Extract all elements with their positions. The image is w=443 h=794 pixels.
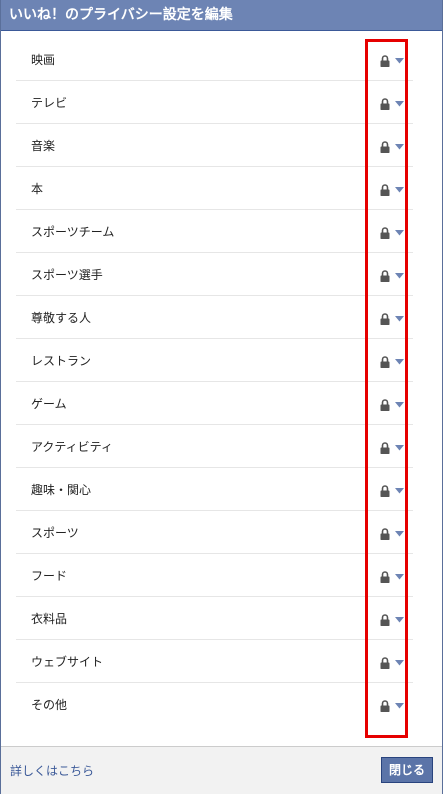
lock-icon [380,571,390,583]
privacy-selector[interactable] [378,441,408,455]
category-label: 衣料品 [31,612,68,626]
category-label: 音楽 [31,139,56,153]
lock-icon [380,98,390,110]
chevron-down-icon [395,703,404,709]
lock-icon [380,141,390,153]
privacy-selector[interactable] [378,97,408,111]
chevron-down-icon [395,488,404,494]
category-label: その他 [31,698,68,712]
category-row: 映画 [16,38,413,81]
lock-icon [380,442,390,454]
category-row: レストラン [16,339,413,382]
category-row: その他 [16,683,413,726]
lock-icon [380,399,390,411]
chevron-down-icon [395,445,404,451]
category-row: ウェブサイト [16,640,413,683]
lock-icon [380,528,390,540]
chevron-down-icon [395,58,404,64]
privacy-selector[interactable] [378,312,408,326]
category-label: レストラン [31,354,92,368]
privacy-dialog: いいね！のプライバシー設定を編集 映画テレビ音楽本スポーツチーム スポーツ選手 尊敬… [0,0,443,794]
category-row: スポーツチーム [16,210,413,253]
learn-more-link[interactable]: 詳しくはこちら [10,762,94,779]
privacy-selector[interactable] [378,183,408,197]
lock-icon [380,270,390,282]
privacy-selector[interactable] [378,54,408,68]
privacy-selector[interactable] [378,226,408,240]
chevron-down-icon [395,187,404,193]
privacy-selector[interactable] [378,527,408,541]
lock-icon [380,614,390,626]
category-label: アクティビティ [31,440,113,454]
category-row: アクティビティ [16,425,413,468]
category-label: 映画 [31,53,56,67]
category-label: スポーツ [31,526,79,540]
category-list: 映画テレビ音楽本スポーツチーム スポーツ選手 尊敬する人レストランゲームアクティビテ… [16,38,413,726]
category-label: 尊敬する人 [31,311,92,325]
lock-icon [380,313,390,325]
category-row: ゲーム [16,382,413,425]
category-row: 尊敬する人 [16,296,413,339]
lock-icon [380,485,390,497]
category-row: 本 [16,167,413,210]
dialog-title: いいね！のプライバシー設定を編集 [1,0,442,31]
category-label: フード [31,569,68,583]
chevron-down-icon [395,660,404,666]
category-label: テレビ [31,96,68,110]
privacy-selector[interactable] [378,699,408,713]
dialog-footer: 詳しくはこちら 閉じる [1,746,442,794]
category-label: 本 [31,182,44,196]
chevron-down-icon [395,531,404,537]
category-label: ウェブサイト [31,655,104,669]
lock-icon [380,55,390,67]
privacy-selector[interactable] [378,613,408,627]
chevron-down-icon [395,402,404,408]
chevron-down-icon [395,273,404,279]
category-row: テレビ [16,81,413,124]
close-button[interactable]: 閉じる [381,757,433,783]
privacy-selector[interactable] [378,140,408,154]
chevron-down-icon [395,101,404,107]
privacy-selector[interactable] [378,570,408,584]
chevron-down-icon [395,574,404,580]
lock-icon [380,356,390,368]
lock-icon [380,184,390,196]
chevron-down-icon [395,144,404,150]
category-row: 音楽 [16,124,413,167]
category-label: ゲーム [31,397,67,411]
category-row: スポーツ選手 [16,253,413,296]
privacy-selector[interactable] [378,656,408,670]
category-row: スポーツ [16,511,413,554]
category-label: スポーツ選手 [31,268,103,282]
category-row: フード [16,554,413,597]
category-row: 衣料品 [16,597,413,640]
privacy-selector[interactable] [378,398,408,412]
lock-icon [380,657,390,669]
chevron-down-icon [395,359,404,365]
privacy-selector[interactable] [378,269,408,283]
chevron-down-icon [395,316,404,322]
lock-icon [380,227,390,239]
chevron-down-icon [395,617,404,623]
privacy-selector[interactable] [378,484,408,498]
chevron-down-icon [395,230,404,236]
category-label: 趣味・関心 [31,483,92,497]
privacy-selector[interactable] [378,355,408,369]
category-label: スポーツチーム [31,225,115,239]
category-row: 趣味・関心 [16,468,413,511]
lock-icon [380,700,390,712]
